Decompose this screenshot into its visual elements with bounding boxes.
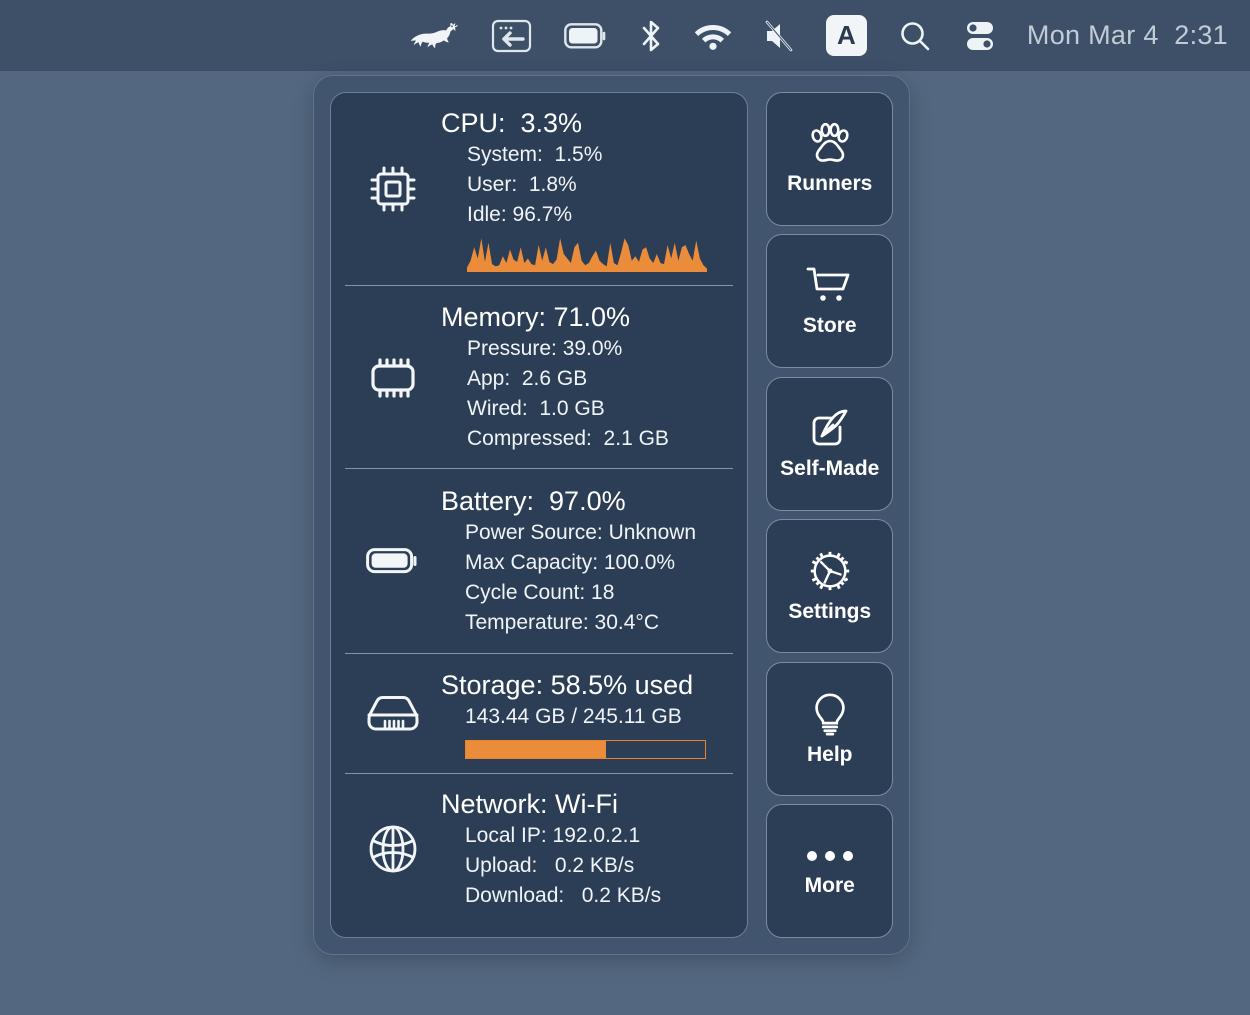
- cpu-system-line: System: 1.5%: [441, 140, 733, 170]
- action-button-column: Runners Store Self-Made: [766, 92, 893, 938]
- network-download-line: Download: 0.2 KB/s: [441, 881, 733, 911]
- cpu-idle-line: Idle: 96.7%: [441, 200, 733, 230]
- battery-icon: [345, 546, 441, 576]
- more-button-label: More: [805, 874, 855, 898]
- memory-wired-line: Wired: 1.0 GB: [441, 394, 733, 424]
- memory-title: Memory: 71.0%: [441, 300, 733, 334]
- system-monitor-widget: CPU: 3.3% System: 1.5% User: 1.8% Idle: …: [313, 75, 910, 955]
- runners-button[interactable]: Runners: [766, 92, 893, 226]
- cpu-usage-sparkline: [467, 234, 707, 272]
- network-upload-line: Upload: 0.2 KB/s: [441, 851, 733, 881]
- memory-pressure-line: Pressure: 39.0%: [441, 334, 733, 364]
- stats-panel: CPU: 3.3% System: 1.5% User: 1.8% Idle: …: [330, 92, 748, 938]
- speaker-mute-icon[interactable]: [764, 14, 794, 58]
- menubar-clock: Mon Mar 4 2:31: [1027, 20, 1228, 51]
- storage-title: Storage: 58.5% used: [441, 668, 733, 702]
- store-button[interactable]: Store: [766, 234, 893, 368]
- network-title: Network: Wi-Fi: [441, 787, 733, 821]
- battery-title: Battery: 97.0%: [441, 484, 733, 518]
- memory-chip-icon: [345, 353, 441, 401]
- cpu-chip-icon: [345, 163, 441, 215]
- running-cat-icon[interactable]: [411, 14, 459, 58]
- settings-button-label: Settings: [788, 600, 871, 624]
- compose-pen-icon: [807, 407, 853, 451]
- help-button[interactable]: Help: [766, 662, 893, 796]
- ellipsis-icon: [802, 844, 858, 868]
- battery-cycle-count-line: Cycle Count: 18: [441, 578, 733, 608]
- stat-row-battery: Battery: 97.0% Power Source: Unknown Max…: [345, 469, 733, 654]
- bluetooth-icon[interactable]: [640, 14, 662, 58]
- self-made-button[interactable]: Self-Made: [766, 377, 893, 511]
- globe-icon: [345, 822, 441, 876]
- cpu-title: CPU: 3.3%: [441, 106, 733, 140]
- network-local-ip-line: Local IP: 192.0.2.1: [441, 821, 733, 851]
- hard-drive-icon: [345, 691, 441, 737]
- control-center-icon[interactable]: [963, 14, 997, 58]
- help-button-label: Help: [807, 743, 853, 767]
- window-back-icon[interactable]: [491, 14, 532, 58]
- lightbulb-icon: [809, 691, 851, 737]
- battery-power-source-line: Power Source: Unknown: [441, 518, 733, 548]
- stat-row-network: Network: Wi-Fi Local IP: 192.0.2.1 Uploa…: [345, 774, 733, 924]
- more-button[interactable]: More: [766, 804, 893, 938]
- paw-print-icon: [806, 122, 854, 166]
- ime-letter: A: [826, 15, 867, 56]
- battery-icon[interactable]: [564, 14, 608, 58]
- shopping-cart-icon: [805, 264, 855, 308]
- runners-button-label: Runners: [787, 172, 872, 196]
- settings-button[interactable]: Settings: [766, 519, 893, 653]
- wifi-icon[interactable]: [694, 14, 732, 58]
- storage-usage-bar: [465, 740, 706, 759]
- cpu-user-line: User: 1.8%: [441, 170, 733, 200]
- gear-icon: [806, 548, 854, 594]
- search-icon[interactable]: [899, 14, 931, 58]
- input-method-a-badge[interactable]: A: [826, 14, 867, 58]
- battery-max-capacity-line: Max Capacity: 100.0%: [441, 548, 733, 578]
- self-made-button-label: Self-Made: [780, 457, 879, 481]
- storage-usage-fill: [466, 741, 606, 758]
- battery-temperature-line: Temperature: 30.4°C: [441, 608, 733, 638]
- memory-app-line: App: 2.6 GB: [441, 364, 733, 394]
- storage-capacity-line: 143.44 GB / 245.11 GB: [441, 702, 733, 732]
- stat-row-storage: Storage: 58.5% used 143.44 GB / 245.11 G…: [345, 654, 733, 774]
- menu-bar: A Mon Mar 4 2:31: [0, 0, 1250, 71]
- stat-row-memory: Memory: 71.0% Pressure: 39.0% App: 2.6 G…: [345, 286, 733, 469]
- stat-row-cpu: CPU: 3.3% System: 1.5% User: 1.8% Idle: …: [345, 93, 733, 286]
- store-button-label: Store: [803, 314, 857, 338]
- memory-compressed-line: Compressed: 2.1 GB: [441, 424, 733, 454]
